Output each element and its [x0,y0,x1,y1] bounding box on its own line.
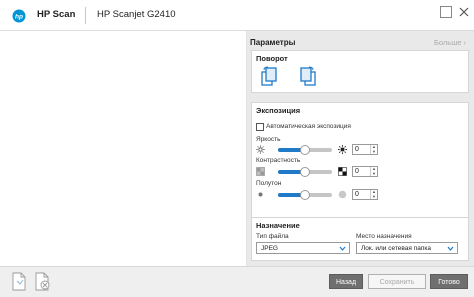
close-icon[interactable] [458,6,470,18]
halftone-slider[interactable] [278,190,332,200]
contrast-label: Контрастность [256,157,301,164]
contrast-spin-buttons: ▲ ▼ [370,167,377,176]
location-label: Место назначения [356,233,412,240]
contrast-high-icon [338,167,347,176]
file-type-label: Тип файла [256,233,289,240]
brightness-slider[interactable] [278,145,332,155]
contrast-slider-thumb[interactable] [300,167,310,177]
save-button[interactable]: Сохранить [368,274,426,289]
halftone-down-icon[interactable]: ▼ [371,195,377,199]
hp-logo-icon: hp [12,9,26,23]
settings-panel: Параметры Больше › Поворот Экспозиция Ав… [247,31,474,266]
chevron-down-icon [447,246,454,251]
title-bar: hp HP Scan HP Scanjet G2410 [0,0,474,30]
brightness-label: Яркость [256,136,281,143]
chevron-down-icon [339,246,346,251]
rotation-section: Поворот [251,50,469,93]
halftone-high-icon [338,190,347,199]
panel-title: Параметры [250,38,296,47]
more-link[interactable]: Больше › [434,38,466,47]
auto-exposure-checkbox[interactable] [256,123,264,131]
new-document-icon[interactable] [11,272,27,291]
halftone-spinbox[interactable]: 0 ▲ ▼ [352,189,378,200]
destination-title: Назначение [256,221,300,230]
contrast-spinbox[interactable]: 0 ▲ ▼ [352,166,378,177]
brightness-low-icon [256,145,265,154]
rotate-right-icon[interactable] [299,66,317,86]
svg-text:hp: hp [15,14,23,21]
halftone-slider-thumb[interactable] [300,190,310,200]
rotation-title: Поворот [256,54,288,63]
bottom-bar: Назад Сохранить Готово [0,267,474,297]
contrast-down-icon[interactable]: ▼ [371,172,377,176]
done-button[interactable]: Готово [430,274,468,289]
brightness-down-icon[interactable]: ▼ [371,150,377,154]
rotate-left-icon[interactable] [260,66,278,86]
contrast-value: 0 [355,168,359,175]
brightness-spinbox[interactable]: 0 ▲ ▼ [352,144,378,155]
brightness-high-icon [338,145,347,154]
contrast-low-icon [256,167,265,176]
destination-section: Назначение Тип файла JPEG Место назначен… [251,217,469,261]
maximize-icon[interactable] [440,6,452,18]
delete-document-icon[interactable] [34,272,50,291]
title-divider [85,7,86,24]
halftone-spin-buttons: ▲ ▼ [370,190,377,199]
halftone-value: 0 [355,191,359,198]
device-name: HP Scanjet G2410 [97,9,176,20]
brightness-slider-thumb[interactable] [300,145,310,155]
brightness-spin-buttons: ▲ ▼ [370,145,377,154]
app-name: HP Scan [37,9,76,20]
back-button[interactable]: Назад [329,274,363,289]
location-value: Лок. или сетевая папка [361,245,431,252]
auto-exposure-label: Автоматическая экспозиция [266,123,351,130]
file-type-value: JPEG [261,245,278,252]
exposure-title: Экспозиция [256,106,301,115]
halftone-label: Полутон [256,180,282,187]
more-label: Больше [434,38,462,47]
halftone-low-icon [258,192,263,197]
file-type-select[interactable]: JPEG [256,242,350,254]
exposure-section: Экспозиция Автоматическая экспозиция Ярк… [251,102,469,230]
location-select[interactable]: Лок. или сетевая папка [356,242,458,254]
scan-preview-area[interactable] [0,31,246,266]
contrast-slider[interactable] [278,167,332,177]
brightness-value: 0 [355,146,359,153]
